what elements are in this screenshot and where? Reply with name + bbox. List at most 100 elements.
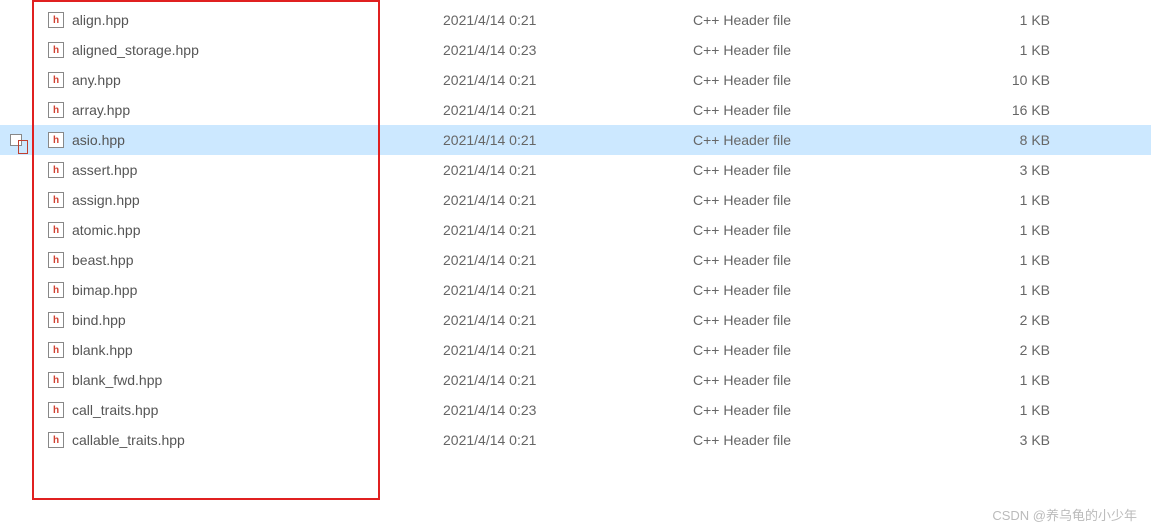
file-size: 1 KB [948, 12, 1058, 28]
file-name: atomic.hpp [72, 222, 140, 238]
file-size: 1 KB [948, 402, 1058, 418]
file-size: 16 KB [948, 102, 1058, 118]
file-name-cell[interactable]: h bimap.hpp [48, 282, 443, 298]
file-row[interactable]: h assign.hpp 2021/4/14 0:21C++ Header file… [0, 185, 1151, 215]
file-size: 2 KB [948, 342, 1058, 358]
file-size: 3 KB [948, 432, 1058, 448]
file-name: align.hpp [72, 12, 129, 28]
file-size: 8 KB [948, 132, 1058, 148]
checkbox[interactable] [10, 134, 22, 146]
file-type: C++ Header file [693, 432, 948, 448]
file-type: C++ Header file [693, 192, 948, 208]
file-row[interactable]: harray.hpp2021/4/14 0:21C++ Header file1… [0, 95, 1151, 125]
file-row[interactable]: h aligned_storage.hpp 2021/4/14 0:23C++ He… [0, 35, 1151, 65]
file-row[interactable]: hbind.hpp2021/4/14 0:21C++ Header file2 … [0, 305, 1151, 335]
file-row[interactable]: h align.hpp 2021/4/14 0:21C++ Header file1… [0, 5, 1151, 35]
file-size: 10 KB [948, 72, 1058, 88]
file-name: beast.hpp [72, 252, 134, 268]
file-date: 2021/4/14 0:21 [443, 192, 693, 208]
file-size: 1 KB [948, 252, 1058, 268]
header-file-icon: h [48, 342, 64, 358]
header-file-icon: h [48, 72, 64, 88]
file-size: 1 KB [948, 42, 1058, 58]
header-file-icon: h [48, 12, 64, 28]
header-file-icon: h [48, 252, 64, 268]
file-type: C++ Header file [693, 282, 948, 298]
file-name-cell[interactable]: hatomic.hpp [48, 222, 443, 238]
file-date: 2021/4/14 0:21 [443, 312, 693, 328]
file-name: bind.hpp [72, 312, 126, 328]
file-name: blank_fwd.hpp [72, 372, 162, 388]
header-file-icon: h [48, 282, 64, 298]
header-file-icon: h [48, 402, 64, 418]
file-type: C++ Header file [693, 102, 948, 118]
file-type: C++ Header file [693, 12, 948, 28]
file-row[interactable]: hassert.hpp2021/4/14 0:21C++ Header file… [0, 155, 1151, 185]
file-name: callable_traits.hpp [72, 432, 185, 448]
file-size: 1 KB [948, 282, 1058, 298]
file-size: 1 KB [948, 192, 1058, 208]
file-type: C++ Header file [693, 42, 948, 58]
file-name-cell[interactable]: h bind.hpp [48, 312, 443, 328]
file-type: C++ Header file [693, 372, 948, 388]
header-file-icon: h [48, 162, 64, 178]
file-type: C++ Header file [693, 342, 948, 358]
file-row[interactable]: hatomic.hpp2021/4/14 0:21C++ Header file… [0, 215, 1151, 245]
file-name-cell[interactable]: h aligned_storage.hpp [48, 42, 443, 58]
file-date: 2021/4/14 0:21 [443, 432, 693, 448]
header-file-icon: h [48, 42, 64, 58]
file-row[interactable]: h bimap.hpp 2021/4/14 0:21C++ Header file1… [0, 275, 1151, 305]
header-file-icon: h [48, 192, 64, 208]
file-date: 2021/4/14 0:21 [443, 72, 693, 88]
file-name: aligned_storage.hpp [72, 42, 199, 58]
file-row[interactable]: h call_traits.hpp 2021/4/14 0:23C++ Header… [0, 395, 1151, 425]
file-name-cell[interactable]: h blank.hpp [48, 342, 443, 358]
file-name: call_traits.hpp [72, 402, 158, 418]
file-date: 2021/4/14 0:21 [443, 12, 693, 28]
file-name-cell[interactable]: h assign.hpp [48, 192, 443, 208]
file-row[interactable]: h blank_fwd.hpp 2021/4/14 0:21C++ Header f… [0, 365, 1151, 395]
file-type: C++ Header file [693, 402, 948, 418]
file-list: halign.hpp2021/4/14 0:21C++ Header file1… [0, 0, 1151, 455]
file-name: blank.hpp [72, 342, 133, 358]
file-name-cell[interactable]: h callable_traits.hpp [48, 432, 443, 448]
file-type: C++ Header file [693, 222, 948, 238]
file-name-cell[interactable]: h asio.hpp [48, 132, 443, 148]
file-name: bimap.hpp [72, 282, 137, 298]
file-name: assign.hpp [72, 192, 140, 208]
header-file-icon: h [48, 312, 64, 328]
file-size: 1 KB [948, 372, 1058, 388]
checkbox-area [0, 134, 22, 146]
file-date: 2021/4/14 0:21 [443, 282, 693, 298]
file-row[interactable]: h any.hpp 2021/4/14 0:21C++ Header file10 … [0, 65, 1151, 95]
file-name-cell[interactable]: h call_traits.hpp [48, 402, 443, 418]
file-name: array.hpp [72, 102, 130, 118]
file-date: 2021/4/14 0:21 [443, 222, 693, 238]
header-file-icon: h [48, 432, 64, 448]
file-type: C++ Header file [693, 162, 948, 178]
file-name: assert.hpp [72, 162, 137, 178]
file-name: any.hpp [72, 72, 121, 88]
file-date: 2021/4/14 0:21 [443, 132, 693, 148]
file-name-cell[interactable]: h blank_fwd.hpp [48, 372, 443, 388]
file-name-cell[interactable]: h assert.hpp [48, 162, 443, 178]
file-name-cell[interactable]: h align.hpp [48, 12, 443, 28]
header-file-icon: h [48, 132, 64, 148]
file-name-cell[interactable]: harray.hpp [48, 102, 443, 118]
file-date: 2021/4/14 0:21 [443, 372, 693, 388]
file-type: C++ Header file [693, 252, 948, 268]
file-name-cell[interactable]: h any.hpp [48, 72, 443, 88]
file-row[interactable]: h callable_traits.hpp 2021/4/14 0:21C++ He… [0, 425, 1151, 455]
file-date: 2021/4/14 0:23 [443, 402, 693, 418]
file-type: C++ Header file [693, 312, 948, 328]
file-type: C++ Header file [693, 72, 948, 88]
file-name-cell[interactable]: h beast.hpp [48, 252, 443, 268]
file-type: C++ Header file [693, 132, 948, 148]
file-row[interactable]: hbeast.hpp2021/4/14 0:21C++ Header file1… [0, 245, 1151, 275]
file-row[interactable]: h asio.hpp 2021/4/14 0:21C++ Header file8 … [0, 125, 1151, 155]
file-name: asio.hpp [72, 132, 125, 148]
file-date: 2021/4/14 0:23 [443, 42, 693, 58]
file-size: 1 KB [948, 222, 1058, 238]
file-row[interactable]: hblank.hpp2021/4/14 0:21C++ Header file2… [0, 335, 1151, 365]
header-file-icon: h [48, 372, 64, 388]
